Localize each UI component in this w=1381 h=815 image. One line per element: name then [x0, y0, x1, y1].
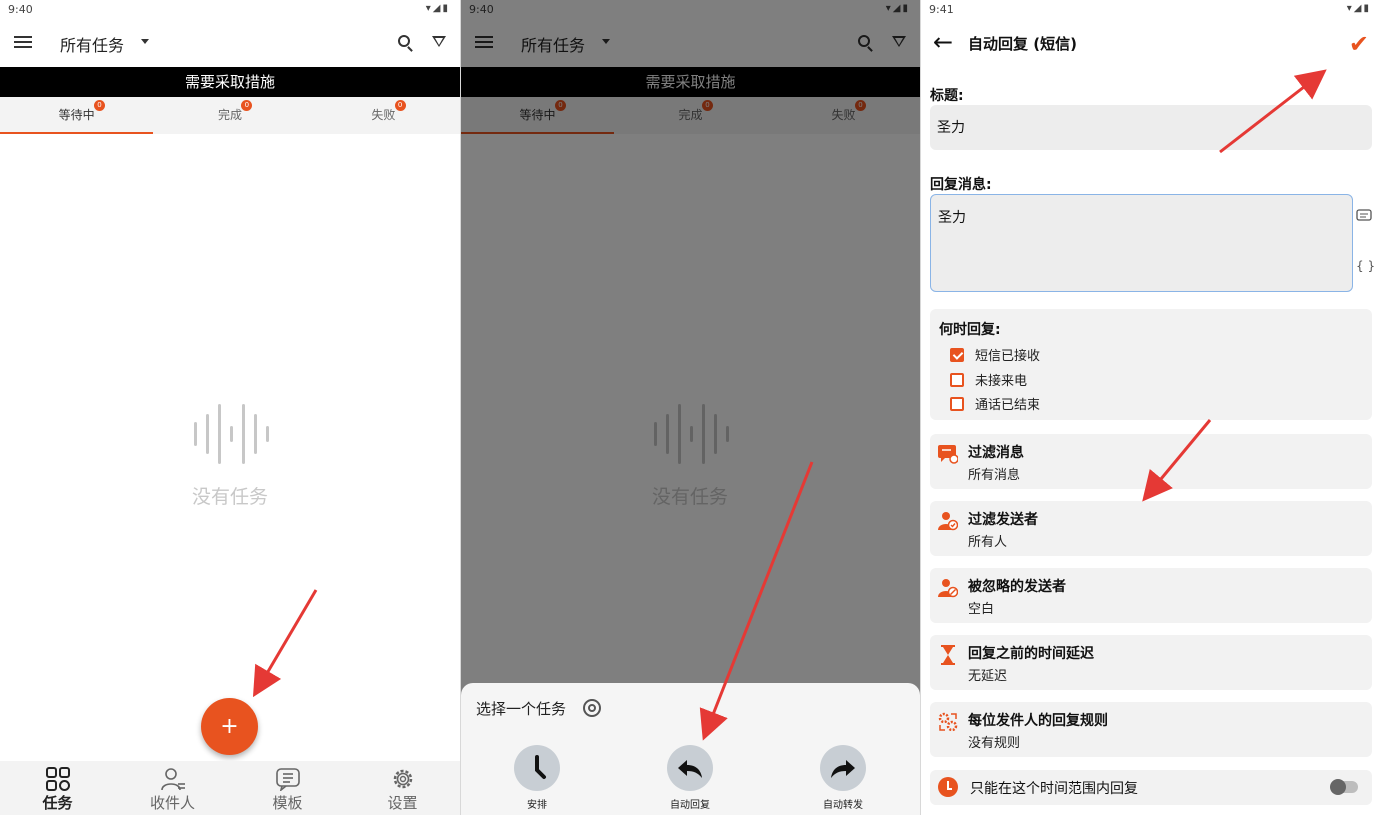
tab-pending[interactable]: 等待中 0 — [0, 97, 154, 134]
nav-settings[interactable]: 设置 — [345, 761, 460, 815]
nav-templates[interactable]: 模板 — [230, 761, 345, 815]
time-range-toggle[interactable] — [1330, 779, 1358, 795]
option-title: 过滤消息 — [968, 445, 1024, 461]
forward-icon — [820, 745, 866, 791]
tab-label: 失败 — [371, 108, 396, 122]
status-icons: ▾◢▮ — [425, 3, 450, 14]
app-bar: 所有任务 — [0, 18, 460, 67]
option-title: 过滤发送者 — [968, 512, 1038, 528]
screen-tasks: 9:40 ▾◢▮ 所有任务 需要采取措施 等待中 0 完成 0 失败 0 没有任… — [0, 0, 460, 815]
ignored-senders-row[interactable]: 被忽略的发送者 空白 — [930, 568, 1372, 623]
option-title: 被忽略的发送者 — [968, 579, 1066, 595]
option-auto-forward[interactable]: 自动转发 — [798, 745, 888, 811]
action-required-banner[interactable]: 需要采取措施 — [0, 67, 460, 97]
hourglass-icon — [941, 645, 955, 665]
chevron-down-icon[interactable] — [141, 39, 149, 44]
screen-auto-reply: 9:41 ▾◢▮ ← 自动回复 (短信) ✔ 标题: 圣力 回复消息: 圣力 {… — [921, 0, 1381, 815]
when-label: 何时回复: — [939, 322, 1001, 338]
insert-variable-icon[interactable]: { } — [1356, 259, 1375, 273]
save-check-icon[interactable]: ✔ — [1349, 30, 1369, 58]
status-icons: ▾◢▮ — [1346, 3, 1371, 14]
nav-label: 收件人 — [149, 794, 195, 812]
status-tabs: 等待中 0 完成 0 失败 0 — [0, 97, 460, 134]
reply-icon — [667, 745, 713, 791]
gear-icon — [393, 769, 412, 789]
gear-icon[interactable] — [583, 699, 601, 717]
count-badge: 0 — [241, 100, 253, 111]
clock-icon — [514, 745, 560, 791]
back-arrow-icon[interactable]: ← — [933, 30, 953, 54]
template-icon — [275, 768, 300, 791]
task-type-sheet: 选择一个任务 安排 自动回复 自动转发 — [461, 683, 920, 815]
menu-icon[interactable] — [14, 36, 32, 48]
task-filter-dropdown[interactable]: 所有任务 — [60, 32, 124, 56]
sheet-title: 选择一个任务 — [476, 700, 567, 718]
reply-delay-row[interactable]: 回复之前的时间延迟 无延迟 — [930, 635, 1372, 690]
option-label: 安排 — [527, 800, 547, 811]
checkbox-label: 通话已结束 — [975, 398, 1041, 413]
nav-recipients[interactable]: 收件人 — [115, 761, 230, 815]
screen-select-task: 9:40 ▾◢▮ 所有任务 需要采取措施 等待中 0 完成 0 失败 0 没有任… — [461, 0, 920, 815]
ignored-sender-icon — [938, 579, 958, 598]
count-badge: 0 — [394, 100, 406, 111]
tab-failed[interactable]: 失败 0 — [307, 97, 460, 134]
option-title: 回复之前的时间延迟 — [968, 646, 1094, 662]
checkbox-missed-call[interactable]: 未接来电 — [950, 370, 1027, 389]
tab-label: 完成 — [217, 108, 242, 122]
tab-label: 等待中 — [58, 108, 95, 122]
tab-completed[interactable]: 完成 0 — [153, 97, 306, 134]
per-sender-rules-row[interactable]: 每位发件人的回复规则 没有规则 — [930, 702, 1372, 757]
checkbox-checked-icon — [950, 348, 964, 362]
title-label: 标题: — [930, 88, 964, 104]
option-value: 所有消息 — [968, 468, 1021, 483]
option-title: 每位发件人的回复规则 — [968, 713, 1108, 729]
checkbox-unchecked-icon — [950, 397, 964, 411]
search-icon[interactable] — [398, 35, 410, 47]
nav-label: 任务 — [42, 794, 73, 812]
option-value: 没有规则 — [968, 736, 1021, 751]
option-schedule[interactable]: 安排 — [492, 745, 582, 811]
add-task-button[interactable]: + — [201, 698, 258, 755]
count-badge: 0 — [94, 100, 105, 111]
checkbox-unchecked-icon — [950, 373, 964, 387]
recipient-icon — [160, 768, 185, 791]
time-range-label: 只能在这个时间范围内回复 — [970, 781, 1138, 797]
option-value: 所有人 — [968, 535, 1008, 550]
message-filter-icon — [938, 445, 958, 464]
option-label: 自动回复 — [670, 800, 710, 811]
sender-filter-icon — [938, 512, 958, 531]
checkbox-label: 短信已接收 — [975, 349, 1041, 364]
status-bar: 9:41 ▾◢▮ — [921, 0, 1381, 18]
checkbox-call-ended[interactable]: 通话已结束 — [950, 394, 1040, 413]
filter-icon[interactable] — [432, 36, 446, 47]
message-label: 回复消息: — [930, 177, 992, 193]
filter-senders-row[interactable]: 过滤发送者 所有人 — [930, 501, 1372, 556]
clock-icon — [938, 777, 958, 797]
empty-state-text: 没有任务 — [191, 486, 268, 508]
time-range-row: 只能在这个时间范围内回复 — [930, 770, 1372, 805]
nav-tasks[interactable]: 任务 — [0, 761, 115, 815]
when-to-reply-card: 何时回复: 短信已接收 未接来电 通话已结束 — [930, 309, 1372, 420]
sound-wave-icon — [192, 404, 272, 464]
title-input[interactable]: 圣力 — [930, 105, 1372, 150]
option-label: 自动转发 — [823, 800, 863, 811]
option-auto-reply[interactable]: 自动回复 — [645, 745, 735, 811]
nav-label: 模板 — [272, 794, 303, 812]
nav-label: 设置 — [387, 794, 418, 812]
status-time: 9:40 — [8, 3, 33, 16]
status-time: 9:41 — [929, 3, 954, 16]
option-value: 无延迟 — [968, 669, 1008, 684]
checkbox-sms-received[interactable]: 短信已接收 — [950, 345, 1040, 364]
bottom-nav: 任务 收件人 模板 设置 — [0, 761, 460, 815]
option-value: 空白 — [968, 602, 995, 617]
insert-template-icon[interactable] — [1356, 208, 1372, 227]
checkbox-label: 未接来电 — [975, 374, 1028, 389]
filter-messages-row[interactable]: 过滤消息 所有消息 — [930, 434, 1372, 489]
rules-icon — [938, 712, 958, 732]
message-input[interactable]: 圣力 — [930, 194, 1353, 292]
status-bar: 9:40 ▾◢▮ — [0, 0, 460, 18]
grid-icon — [45, 767, 70, 791]
page-title: 自动回复 (短信) — [968, 35, 1077, 53]
